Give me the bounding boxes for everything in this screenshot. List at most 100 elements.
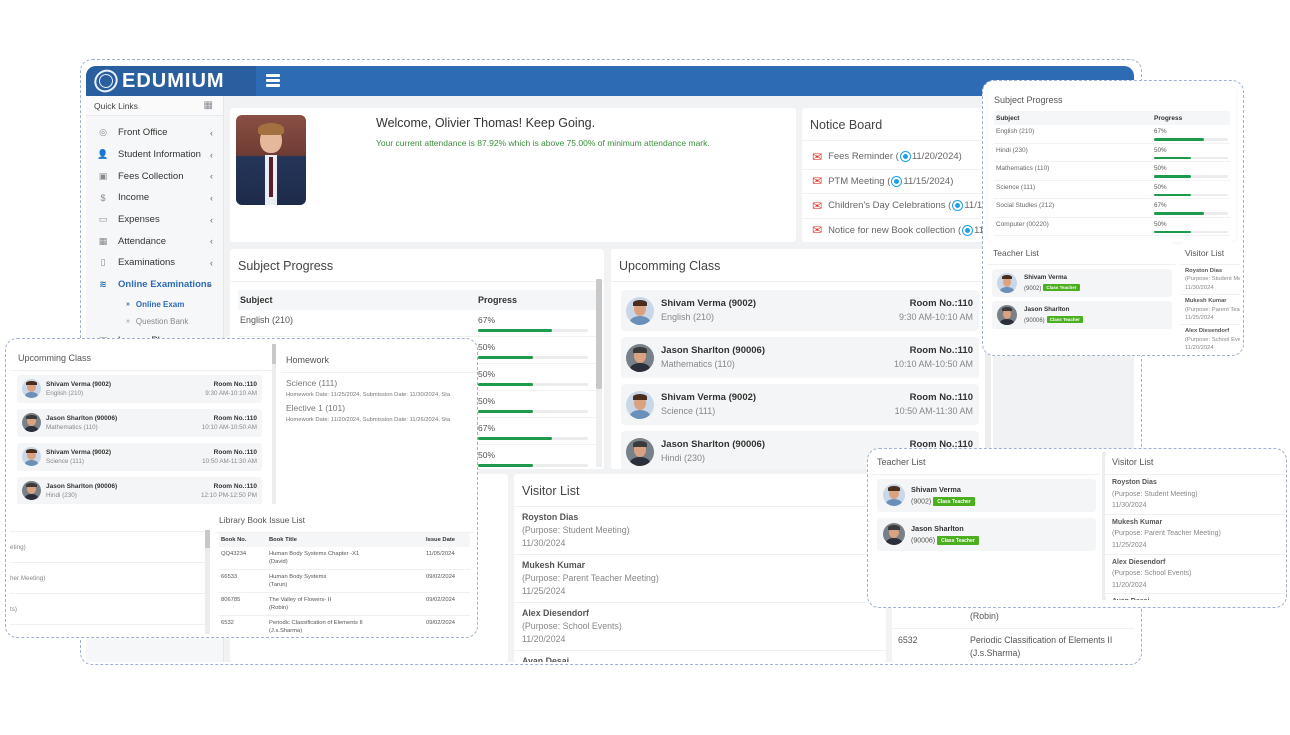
progress-bar-fill — [1154, 230, 1191, 233]
clock-icon — [953, 201, 963, 211]
visitor-date: 11/25/2024 — [1185, 315, 1214, 322]
table-row: Hindi (230) 50% — [994, 144, 1230, 162]
class-item[interactable]: Shivam Verma (9002) Science (111) Room No.… — [621, 384, 979, 425]
class-item[interactable]: Jason Sharlton (90006) Mathematics (110) R… — [17, 409, 262, 437]
sidebar-item-fees-collection[interactable]: ▣ Fees Collection ‹ — [86, 165, 223, 187]
progress-bar-fill — [478, 464, 533, 467]
teacher-name: Shivam Verma — [1024, 274, 1068, 281]
class-item[interactable]: Shivam Verma (9002) English (210) Room No.… — [621, 290, 979, 331]
progress-bar-fill — [478, 329, 552, 332]
notice-title: PTM Meeting ( — [828, 175, 891, 187]
notice-date: 11/20/2024) — [911, 151, 962, 163]
notice-title: Notice for new Book collection ( — [828, 224, 962, 236]
mail-icon: ✉ — [812, 198, 823, 213]
teacher-item[interactable]: Shivam Verma (9002) Class Teacher — [992, 269, 1172, 297]
progress-bar-fill — [1154, 212, 1204, 215]
subject-progress-overlay-title: Subject Progress — [994, 95, 1063, 105]
book-number: QQ43234 — [221, 551, 247, 557]
teacher-item[interactable]: Jason Sharlton (90006) Class Teacher — [877, 518, 1096, 551]
hamburger-icon[interactable] — [266, 74, 280, 89]
welcome-title: Welcome, Olivier Thomas! Keep Going. — [376, 116, 596, 130]
sidebar-subitem-question-bank[interactable]: » Question Bank — [86, 313, 223, 330]
sidebar-item-student-information[interactable]: 👤 Student Information ‹ — [86, 144, 223, 166]
class-item[interactable]: Jason Sharlton (90006) Mathematics (110) R… — [621, 337, 979, 378]
issue-date: 09/02/2024 — [426, 620, 456, 626]
progress-label: 67% — [1154, 202, 1167, 209]
subject-table-header: Subject Progress — [994, 111, 1230, 125]
clock-icon — [892, 176, 902, 186]
visitor-name: Alex Diesendorf — [522, 608, 589, 618]
mail-icon: ✉ — [812, 223, 823, 238]
teacher-name: Shivam Verma (9002) — [46, 381, 112, 388]
visitor-item: her Meeting) — [10, 563, 210, 594]
avatar — [997, 273, 1017, 293]
book-title-cell: Human Body Systems Chapter -X1 (David) — [269, 550, 426, 566]
visitor-purpose: (Purpose: School Events) — [1185, 336, 1240, 343]
sidebar-item-income[interactable]: $ Income ‹ — [86, 187, 223, 209]
book-title-cell: Periodic Classification of Elements II (J… — [269, 619, 426, 634]
homework-subject[interactable]: Science (111) — [281, 378, 477, 388]
progress-bar-fill — [1154, 138, 1204, 141]
sidebar-subitem-online-exam[interactable]: » Online Exam — [86, 296, 223, 313]
visitor-item: Mukesh Kumar(Purpose: Parent Teacher Mee… — [514, 555, 886, 603]
front-office-icon: ◎ — [99, 127, 107, 138]
subject-name: Social Studies (212) — [996, 202, 1055, 209]
subject-progress-overlay: Subject Progress Subject Progress Englis… — [988, 86, 1236, 242]
chevron-down-icon: ⌄ — [205, 279, 213, 290]
sidebar-item-examinations[interactable]: ▯ Examinations ‹ — [86, 252, 223, 274]
visitor-name: Mukesh Kumar — [522, 560, 586, 570]
progress-cell: 50% — [1154, 184, 1228, 199]
avatar — [22, 379, 41, 398]
sidebar-item-expenses[interactable]: ▭ Expenses ‹ — [86, 209, 223, 231]
progress-label: 67% — [478, 423, 496, 433]
table-row: 6532 Periodic Classification of Elements … — [219, 616, 470, 634]
teacher-item[interactable]: Shivam Verma (9002) Class Teacher — [877, 479, 1096, 512]
progress-label: 50% — [478, 450, 496, 460]
class-teacher-badge: Class Teacher — [1046, 316, 1083, 323]
room-number: Room No.:110 — [909, 298, 973, 309]
book-title: Periodic Classification of Elements II — [269, 620, 363, 626]
progress-bar-fill — [478, 383, 533, 386]
teacher-id: (90006) — [1024, 318, 1045, 324]
teacher-item[interactable]: Jason Sharlton (90006) Class Teacher — [992, 301, 1172, 329]
room-number: Room No.:110 — [213, 483, 257, 490]
teacher-id-row: (9002) Class Teacher — [911, 497, 975, 506]
progress-cell: 50% — [478, 396, 588, 417]
homework-subject[interactable]: Elective 1 (101) — [281, 403, 477, 413]
visitor-purpose: ts) — [10, 605, 17, 613]
class-subject: Science (111) — [46, 458, 84, 465]
brand-logo[interactable]: EDUMIUM — [86, 66, 256, 97]
subject-progress-title: Subject Progress — [230, 249, 604, 282]
progress-label: 50% — [1154, 183, 1167, 191]
teacher-list-title: Teacher List — [988, 242, 1176, 265]
sidebar-item-online-examinations[interactable]: ≋ Online Examinations ⌄ — [86, 274, 223, 296]
book-title: The Valley of Flowers- II — [269, 597, 332, 603]
teacher-name: Shivam Verma (9002) — [661, 392, 757, 403]
room-number: Room No.:110 — [213, 381, 257, 388]
visitor-name: Ayan Desai — [1112, 596, 1278, 600]
progress-label: 50% — [478, 342, 496, 352]
scrollbar[interactable] — [272, 344, 276, 504]
table-row: 6532 Periodic Classification of Elements… — [892, 629, 1134, 662]
class-item[interactable]: Shivam Verma (9002) English (210) Room No.… — [17, 375, 262, 403]
teacher-name: Jason Sharlton — [1024, 306, 1070, 313]
visitor-item: Mukesh Kumar(Purpose: Parent Teacher Mee… — [1180, 295, 1240, 326]
student-photo — [236, 115, 306, 205]
class-item[interactable]: Shivam Verma (9002) Science (111) Room No.… — [17, 443, 262, 471]
scrollbar[interactable] — [596, 279, 602, 467]
class-item[interactable]: Jason Sharlton (90006) Hindi (230) Room No… — [17, 477, 262, 504]
scrollbar[interactable] — [205, 530, 210, 634]
progress-cell: 50% — [478, 369, 588, 390]
progress-cell: 50% — [1154, 147, 1228, 162]
table-row: English (210) 67% — [994, 125, 1230, 144]
sidebar-item-label: Online Examinations — [118, 279, 212, 291]
grid-icon[interactable]: ▦ — [204, 100, 213, 111]
mail-icon: ✉ — [812, 174, 823, 189]
progress-label: 50% — [1154, 220, 1167, 228]
sidebar-subitem-label: Online Exam — [135, 299, 185, 309]
sidebar-item-attendance[interactable]: ▦ Attendance ‹ — [86, 230, 223, 252]
homework-overlay: Homework Science (111) Homework Date: 11/… — [281, 348, 477, 504]
sidebar-item-front-office[interactable]: ◎ Front Office ‹ — [86, 122, 223, 144]
top-bar: EDUMIUM — [86, 66, 1134, 97]
quick-links-header: Quick Links ▦ — [86, 96, 223, 116]
